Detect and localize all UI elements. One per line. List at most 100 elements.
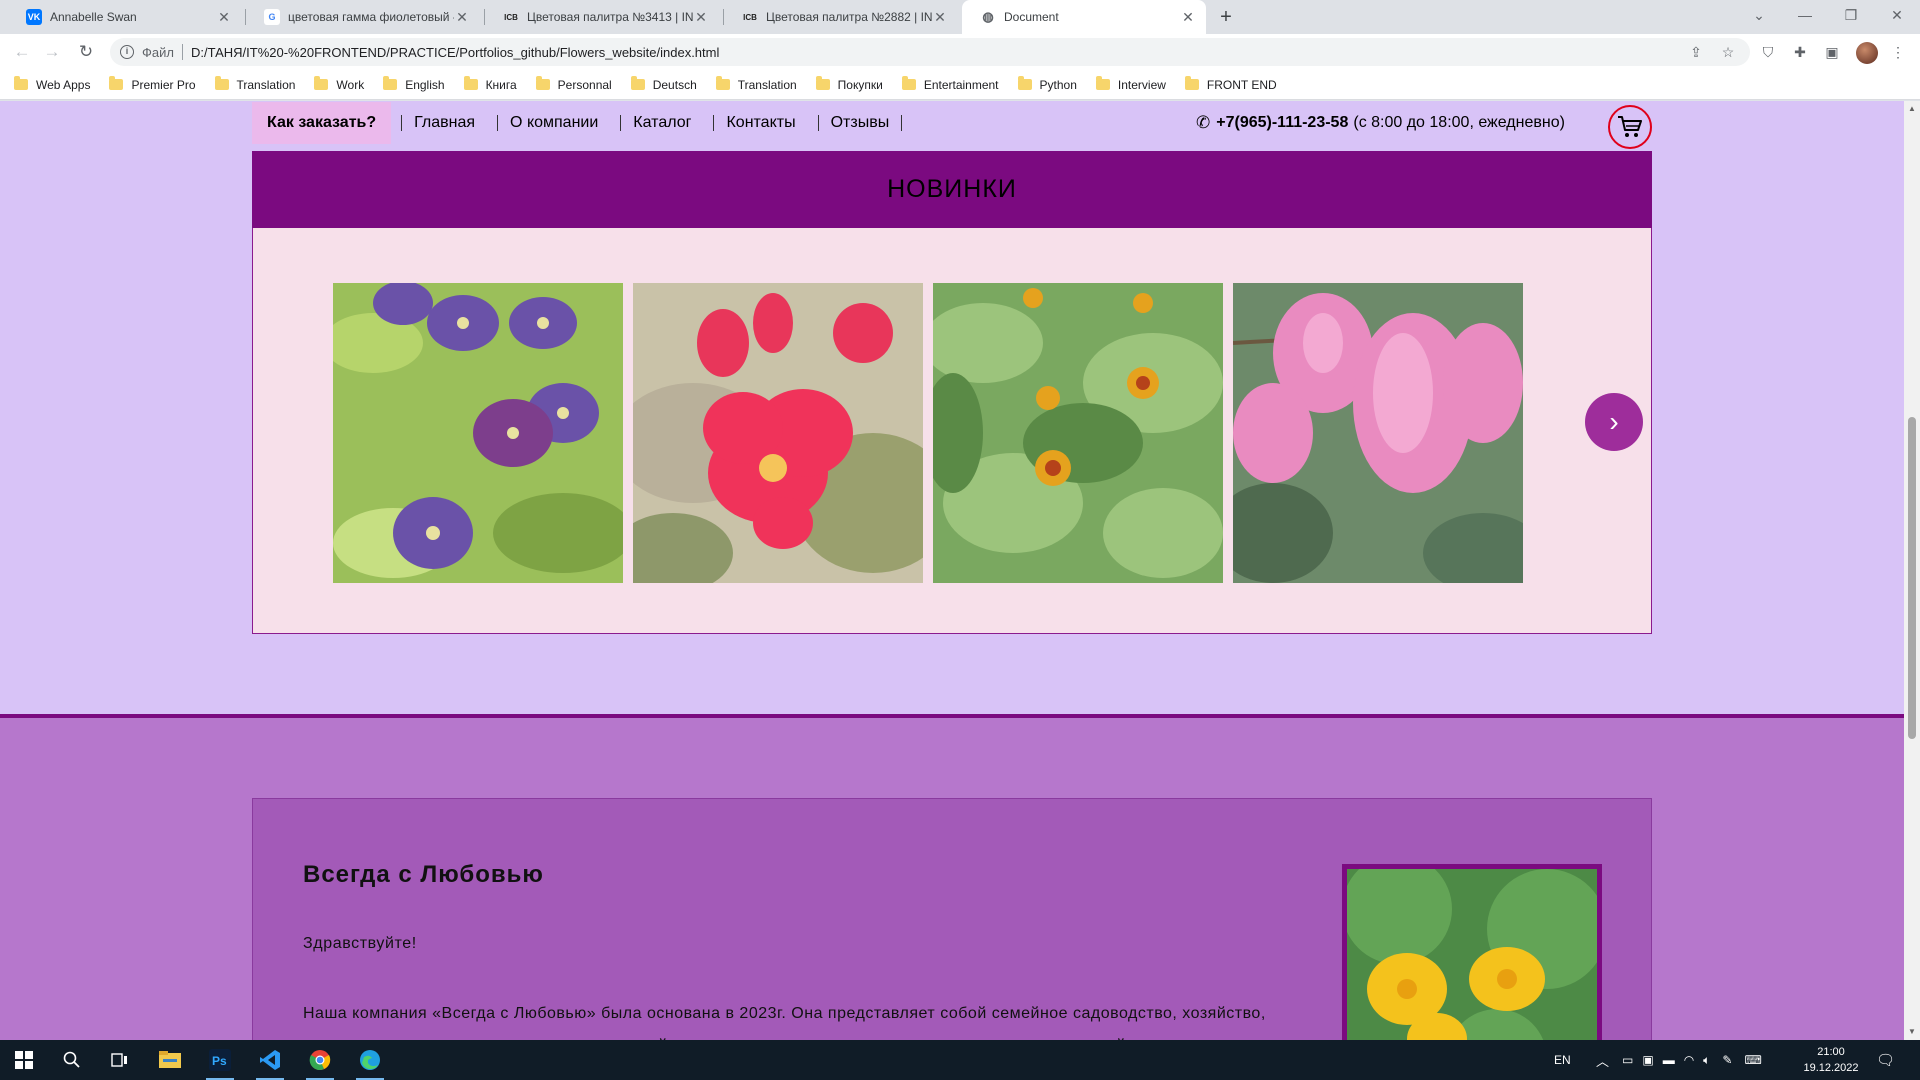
globe-icon: ◍ [982,9,994,24]
close-window-button[interactable]: ✕ [1874,0,1920,34]
vk-icon: VK [26,9,42,25]
close-icon[interactable]: ✕ [216,9,232,26]
battery-icon[interactable]: ▬ [1663,1053,1675,1067]
url-text[interactable]: D:/ТАНЯ/IT%20-%20FRONTEND/PRACTICE/Portf… [191,45,719,60]
folder-icon [630,76,645,90]
cart-button[interactable] [1608,105,1652,149]
nav-link-about[interactable]: О компании [497,115,610,131]
notifications-icon[interactable]: 🗨︎ [1876,1040,1895,1080]
bookmarks-bar: Web Apps Premier Pro Translation Work En… [0,70,1920,100]
profile-avatar[interactable] [1856,42,1878,64]
close-icon[interactable]: ✕ [1180,9,1196,26]
wifi-icon[interactable]: ◠ [1684,1053,1694,1067]
bookmark-folder[interactable]: Premier Pro [109,76,196,92]
divider [181,44,183,60]
phone-number[interactable]: +7(965)-111-23-58 [1216,114,1348,132]
bookmark-folder[interactable]: Personnal [535,76,612,92]
nav-link-contacts[interactable]: Контакты [713,115,807,131]
menu-icon[interactable]: ⋮ [1888,42,1908,62]
bookmark-folder[interactable]: Translation [214,76,295,92]
nasturtium-photo [1342,864,1602,1040]
close-icon[interactable]: ✕ [932,9,948,26]
carousel-next-button[interactable]: › [1585,393,1643,451]
bookmark-folder[interactable]: FRONT END [1184,76,1277,92]
language-indicator[interactable]: EN [1554,1040,1571,1080]
browser-toolbar: ← → ↻ i Файл D:/ТАНЯ/IT%20-%20FRONTEND/P… [0,34,1920,70]
tab-annabelle-swan[interactable]: VK Annabelle Swan ✕ [8,0,242,34]
page-scrollbar[interactable]: ▲ ▼ [1904,101,1920,1040]
volume-icon[interactable]: 🔈︎ [1703,1053,1710,1068]
site-nav: Как заказать? Главная О компании Каталог… [252,101,1652,149]
folder-icon [815,76,830,90]
forward-icon[interactable]: → [38,38,66,66]
svg-text:Ps: Ps [212,1054,227,1068]
share-icon[interactable]: ⇪ [1686,42,1706,62]
tab-search-icon[interactable]: ⌄ [1736,0,1782,34]
minimize-button[interactable]: — [1782,0,1828,34]
bookmark-folder[interactable]: Покупки [815,76,883,92]
tray-overflow-icon[interactable]: ︿ [1596,1040,1609,1080]
about-greeting: Здравствуйте! [303,935,417,952]
about-paragraph: Наша компания «Всегда с Любовью» была ос… [303,1005,1266,1040]
side-panel-icon[interactable]: ▣ [1822,42,1842,62]
scroll-up-icon[interactable]: ▲ [1907,104,1917,113]
cart-icon [1618,116,1642,137]
bookmark-folder[interactable]: Translation [715,76,797,92]
bookmark-folder[interactable]: Python [1017,76,1077,92]
meet-now-icon[interactable]: ▭ [1622,1053,1633,1067]
new-tab-button[interactable]: + [1213,4,1239,30]
novinki-carousel: › [252,228,1652,634]
tab-palette-3413[interactable]: ICB Цветовая палитра №3413 | IN C ✕ [485,0,719,34]
bookmark-folder[interactable]: Deutsch [630,76,697,92]
nav-how-to-order[interactable]: Как заказать? [252,102,392,144]
icb-icon: ICB [504,12,518,22]
folder-icon [535,76,550,90]
nav-link-catalog[interactable]: Каталог [620,115,703,131]
shield-icon[interactable]: ⛉ [1758,42,1778,62]
red-rose-photo[interactable] [633,283,923,583]
photoshop-icon[interactable]: Ps [196,1040,244,1080]
keyboard-icon[interactable]: ⌨ [1744,1053,1761,1067]
clematis-photo[interactable] [333,283,623,583]
tab-document[interactable]: ◍ Document ✕ [962,0,1206,34]
reload-icon[interactable]: ↻ [72,38,100,66]
windows-taskbar: Ps EN ︿ ▭ ▣ ▬ ◠ 🔈︎ ✎ ⌨ 21:00 19.12.2022 … [0,1040,1920,1080]
about-title: Всегда с Любовью [303,861,544,888]
tab-palette-2882[interactable]: ICB Цветовая палитра №2882 | IN C ✕ [724,0,958,34]
restore-button[interactable]: ❐ [1828,0,1874,34]
clock[interactable]: 21:00 19.12.2022 [1802,1044,1860,1076]
folder-icon [314,76,329,90]
scroll-down-icon[interactable]: ▼ [1907,1027,1917,1036]
nav-link-home[interactable]: Главная [401,115,487,131]
folder-icon [383,76,398,90]
search-icon[interactable] [48,1040,96,1080]
bookmark-folder[interactable]: Work [314,76,364,92]
extensions-icon[interactable]: ✚ [1790,42,1810,62]
tab-color-search[interactable]: G цветовая гамма фиолетовый - Г ✕ [246,0,480,34]
vscode-icon[interactable] [246,1040,294,1080]
pen-icon[interactable]: ✎ [1722,1053,1732,1067]
icb-icon: ICB [743,12,757,22]
close-icon[interactable]: ✕ [693,9,709,26]
windows-start-icon[interactable] [0,1040,48,1080]
bookmark-folder[interactable]: Web Apps [14,76,90,92]
bookmark-folder[interactable]: Книга [463,76,517,92]
security-icon[interactable]: ▣ [1642,1053,1653,1067]
nav-link-reviews[interactable]: Отзывы [817,115,902,131]
bookmark-folder[interactable]: English [383,76,445,92]
scrollbar-thumb[interactable] [1908,417,1916,739]
astilbe-photo[interactable] [1233,283,1523,583]
info-icon[interactable]: i [120,45,134,59]
bookmark-star-icon[interactable]: ☆ [1718,42,1738,62]
task-view-icon[interactable] [96,1040,144,1080]
bookmark-folder[interactable]: Interview [1095,76,1166,92]
close-icon[interactable]: ✕ [454,9,470,26]
bookmark-folder[interactable]: Entertainment [901,76,999,92]
file-explorer-icon[interactable] [146,1040,194,1080]
back-icon[interactable]: ← [8,38,36,66]
chrome-icon[interactable] [296,1040,344,1080]
tab-strip: VK Annabelle Swan ✕ G цветовая гамма фио… [0,0,1920,34]
marigold-photo[interactable] [933,283,1223,583]
address-bar[interactable]: i Файл D:/ТАНЯ/IT%20-%20FRONTEND/PRACTIC… [110,38,1750,66]
edge-icon[interactable] [346,1040,394,1080]
